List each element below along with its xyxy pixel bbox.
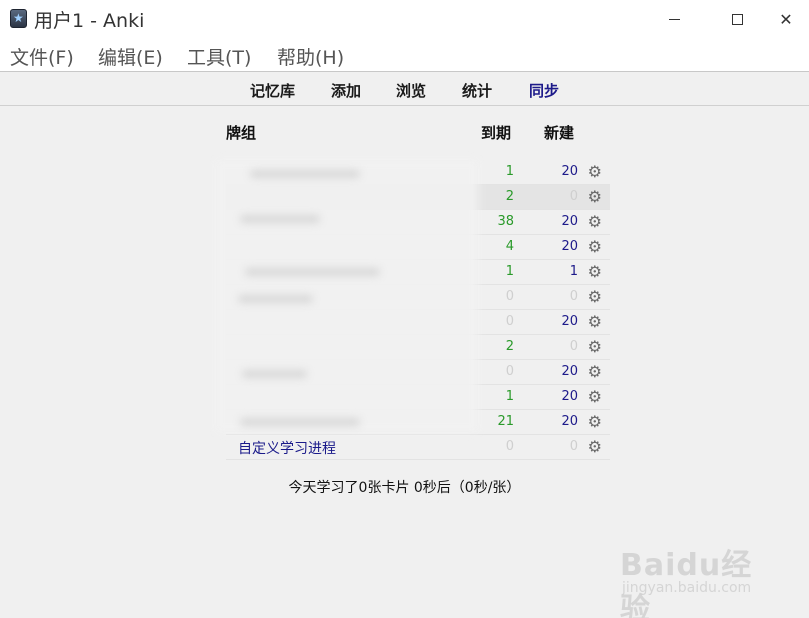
close-icon: ✕: [779, 9, 793, 29]
new-count: 0: [569, 339, 578, 354]
watermark: Baidu经验 jingyan.baidu.com: [620, 540, 780, 618]
due-count: 0: [505, 439, 514, 454]
blurred-region: [238, 295, 313, 303]
new-count: 0: [569, 289, 578, 304]
column-header-due: 到期: [481, 124, 512, 142]
gear-icon[interactable]: ⚙: [588, 287, 602, 306]
title-bar: 用户1 - Anki ✕: [0, 0, 809, 38]
add-link[interactable]: 添加: [331, 80, 361, 101]
maximize-button[interactable]: [714, 0, 760, 38]
new-count: 20: [561, 239, 578, 254]
menu-file[interactable]: 文件(F): [10, 43, 74, 70]
new-count: 20: [561, 389, 578, 404]
menu-tools[interactable]: 工具(T): [187, 43, 251, 70]
new-count: 1: [569, 264, 578, 279]
due-count: 0: [505, 289, 514, 304]
blurred-region: [242, 370, 307, 378]
blurred-region: [250, 170, 360, 178]
due-count: 4: [505, 239, 514, 254]
gear-icon[interactable]: ⚙: [588, 412, 602, 431]
watermark-logo: Baidu经验: [620, 548, 753, 618]
gear-icon[interactable]: ⚙: [588, 162, 602, 181]
due-count: 1: [505, 389, 514, 404]
stats-link[interactable]: 统计: [462, 80, 492, 101]
window-title: 用户1 - Anki: [34, 10, 145, 32]
gear-icon[interactable]: ⚙: [588, 187, 602, 206]
new-count: 0: [569, 189, 578, 204]
gear-icon[interactable]: ⚙: [588, 437, 602, 456]
minimize-icon: [668, 18, 680, 20]
close-button[interactable]: ✕: [763, 0, 809, 38]
due-count: 21: [497, 414, 514, 429]
column-header-new: 新建: [544, 124, 575, 142]
due-count: 38: [497, 214, 514, 229]
menu-bar: 文件(F) 编辑(E) 工具(T) 帮助(H): [0, 38, 809, 72]
due-count: 2: [505, 189, 514, 204]
blurred-region: [240, 418, 360, 426]
browse-link[interactable]: 浏览: [396, 80, 426, 101]
gear-icon[interactable]: ⚙: [588, 362, 602, 381]
gear-icon[interactable]: ⚙: [588, 337, 602, 356]
toolbar: 记忆库 添加 浏览 统计 同步: [0, 72, 809, 106]
gear-icon[interactable]: ⚙: [588, 212, 602, 231]
due-count: 0: [505, 314, 514, 329]
deck-row[interactable]: 自定义学习进程 0 0 ⚙: [226, 435, 610, 460]
watermark-url: jingyan.baidu.com: [622, 580, 752, 596]
deck-name-link[interactable]: 自定义学习进程: [238, 438, 336, 458]
new-count: 0: [569, 439, 578, 454]
study-summary: 今天学习了0张卡片 0秒后（0秒/张）: [288, 480, 521, 496]
gear-icon[interactable]: ⚙: [588, 262, 602, 281]
minimize-button[interactable]: [651, 0, 697, 38]
new-count: 20: [561, 164, 578, 179]
new-count: 20: [561, 414, 578, 429]
menu-help[interactable]: 帮助(H): [277, 43, 344, 70]
sync-link[interactable]: 同步: [529, 80, 559, 101]
anki-app-icon: [10, 9, 27, 28]
gear-icon[interactable]: ⚙: [588, 237, 602, 256]
blurred-region: [240, 215, 320, 223]
due-count: 1: [505, 164, 514, 179]
column-header-deck: 牌组: [226, 124, 257, 142]
menu-edit[interactable]: 编辑(E): [98, 43, 163, 70]
maximize-icon: [731, 13, 743, 25]
gear-icon[interactable]: ⚙: [588, 387, 602, 406]
gear-icon[interactable]: ⚙: [588, 312, 602, 331]
new-count: 20: [561, 314, 578, 329]
blurred-region: [245, 268, 380, 276]
decks-link[interactable]: 记忆库: [250, 80, 295, 101]
new-count: 20: [561, 214, 578, 229]
due-count: 0: [505, 364, 514, 379]
new-count: 20: [561, 364, 578, 379]
due-count: 2: [505, 339, 514, 354]
due-count: 1: [505, 264, 514, 279]
